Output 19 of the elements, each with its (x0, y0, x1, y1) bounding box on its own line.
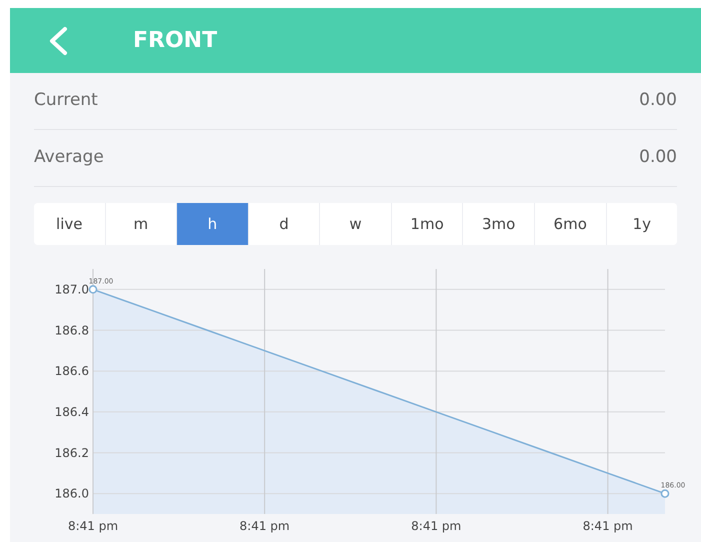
stat-value: 0.00 (639, 146, 677, 170)
y-axis-label: 186.8 (54, 323, 89, 338)
x-axis-label: 8:41 pm (582, 519, 633, 533)
period-tab[interactable]: h (176, 203, 248, 245)
x-axis-label: 8:41 pm (411, 519, 462, 533)
y-axis-label: 186.4 (54, 404, 89, 419)
y-axis-label: 186.6 (54, 364, 89, 378)
y-axis-label: 186.0 (54, 486, 89, 501)
x-axis-label: 8:41 pm (68, 519, 118, 533)
stat-value: 0.00 (639, 89, 677, 112)
stat-label: Current (34, 89, 98, 112)
back-icon (47, 26, 69, 56)
stat-label: Average (34, 146, 104, 170)
page-title: FRONT (133, 27, 218, 55)
x-axis-label: 8:41 pm (240, 519, 290, 533)
y-axis-label: 187.0 (54, 282, 89, 296)
data-point (88, 285, 98, 294)
data-point (660, 489, 670, 498)
y-axis-label: 186.2 (54, 446, 89, 460)
